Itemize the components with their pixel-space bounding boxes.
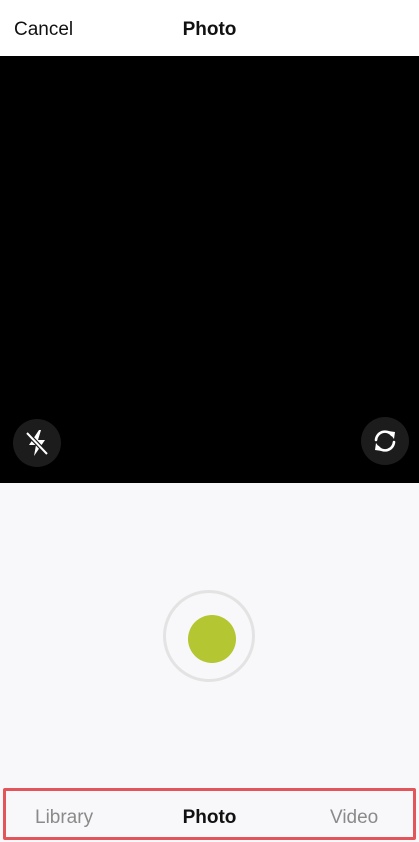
switch-camera-button[interactable] (361, 417, 409, 465)
shutter-button[interactable] (163, 590, 255, 682)
switch-camera-icon (374, 430, 396, 452)
capture-controls (0, 483, 419, 786)
tab-photo[interactable]: Photo (183, 807, 237, 828)
cancel-button[interactable]: Cancel (14, 19, 73, 41)
camera-viewfinder (0, 56, 419, 483)
shutter-indicator (188, 615, 236, 663)
flash-off-icon (25, 430, 49, 456)
tab-library[interactable]: Library (35, 807, 93, 829)
tab-video[interactable]: Video (330, 807, 378, 829)
flash-toggle-button[interactable] (13, 419, 61, 467)
mode-tab-bar: Library Photo Video (0, 786, 419, 842)
top-navigation-bar: Cancel Photo (0, 0, 419, 56)
